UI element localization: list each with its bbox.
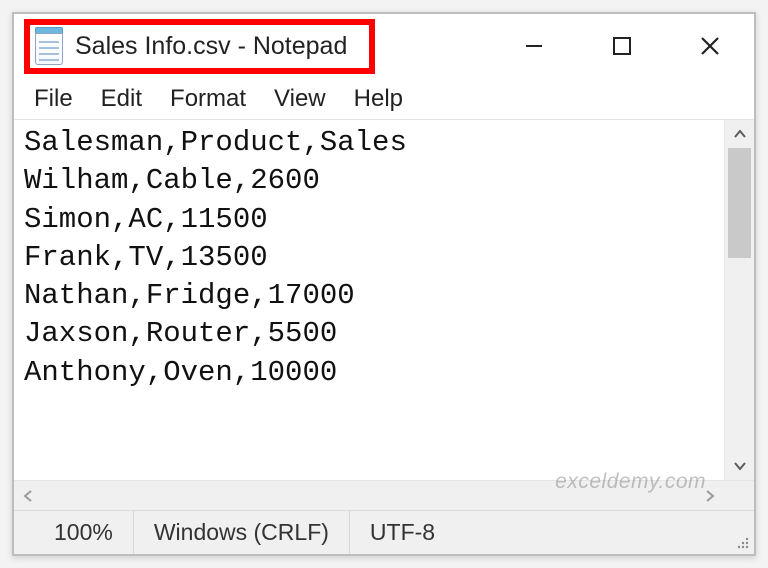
notepad-icon xyxy=(33,27,65,65)
menu-file[interactable]: File xyxy=(24,81,91,117)
status-encoding: UTF-8 xyxy=(349,511,455,554)
status-spacer xyxy=(455,511,724,554)
scroll-up-arrow-icon[interactable] xyxy=(725,120,754,148)
window-controls xyxy=(490,14,754,78)
horizontal-scrollbar[interactable] xyxy=(14,480,754,510)
maximize-button[interactable] xyxy=(578,14,666,78)
menu-help[interactable]: Help xyxy=(344,81,421,117)
scroll-left-arrow-icon[interactable] xyxy=(14,481,42,510)
window-title: Sales Info.csv - Notepad xyxy=(75,32,347,61)
text-editor[interactable]: Salesman,Product,Sales Wilham,Cable,2600… xyxy=(14,120,724,480)
scroll-down-arrow-icon[interactable] xyxy=(725,452,754,480)
menubar: File Edit Format View Help xyxy=(14,78,754,120)
notepad-window: Sales Info.csv - Notepad File Edit Forma… xyxy=(12,12,756,556)
menu-format[interactable]: Format xyxy=(160,81,264,117)
scroll-thumb[interactable] xyxy=(728,148,751,258)
menu-edit[interactable]: Edit xyxy=(91,81,160,117)
scroll-right-arrow-icon[interactable] xyxy=(696,481,724,510)
maximize-icon xyxy=(608,32,636,60)
minimize-button[interactable] xyxy=(490,14,578,78)
content-row: Salesman,Product,Sales Wilham,Cable,2600… xyxy=(14,120,754,480)
resize-grip-icon xyxy=(734,534,750,550)
statusbar: 100% Windows (CRLF) UTF-8 xyxy=(14,510,754,554)
close-button[interactable] xyxy=(666,14,754,78)
vertical-scrollbar[interactable] xyxy=(724,120,754,480)
titlebar[interactable]: Sales Info.csv - Notepad xyxy=(14,14,754,78)
status-line-ending: Windows (CRLF) xyxy=(133,511,349,554)
close-icon xyxy=(696,32,724,60)
scrollbar-corner xyxy=(724,481,754,510)
minimize-icon xyxy=(520,32,548,60)
menu-view[interactable]: View xyxy=(264,81,344,117)
resize-grip[interactable] xyxy=(724,511,754,554)
title-highlight-box: Sales Info.csv - Notepad xyxy=(24,19,375,74)
status-zoom: 100% xyxy=(14,511,133,554)
